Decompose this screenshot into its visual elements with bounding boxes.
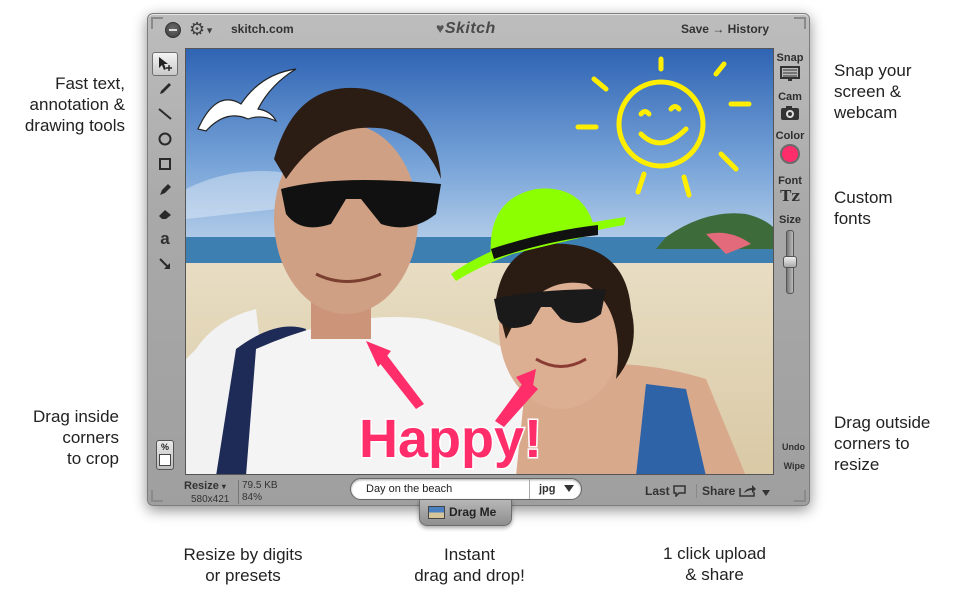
cam-label: Cam bbox=[778, 91, 802, 103]
caption-resize-digits: Resize by digits or presets bbox=[183, 545, 303, 585]
gear-icon[interactable]: ⚙▼ bbox=[189, 19, 214, 40]
camera-icon[interactable] bbox=[780, 105, 800, 121]
font-icon[interactable]: Tz bbox=[773, 187, 807, 205]
heart-icon: ♥ bbox=[436, 20, 445, 36]
eraser-icon bbox=[159, 210, 171, 219]
chevron-down-icon bbox=[564, 485, 574, 492]
last-label: Last bbox=[645, 484, 670, 498]
caption-crop: Drag inside corners to crop bbox=[33, 407, 119, 468]
image-canvas[interactable]: Happy! bbox=[185, 48, 774, 475]
arrow-icon bbox=[159, 258, 170, 269]
highlighter-tool[interactable] bbox=[152, 177, 178, 201]
caption-drawing-tools: Fast text, annotation & drawing tools bbox=[24, 74, 125, 135]
share-arrow-icon bbox=[738, 485, 756, 497]
image-name-field[interactable]: Day on the beach jpg bbox=[350, 478, 582, 500]
share-menu-chevron-icon[interactable] bbox=[762, 490, 770, 496]
caption-upload-share: 1 click upload & share bbox=[662, 544, 766, 584]
last-button[interactable]: Last bbox=[645, 484, 686, 498]
caption-snap: Snap your screen & webcam bbox=[834, 61, 912, 122]
line-tool[interactable] bbox=[152, 102, 178, 126]
format-value: jpg bbox=[539, 483, 556, 495]
chevron-down-icon: ▾ bbox=[221, 482, 226, 491]
save-history-button[interactable]: Save → History bbox=[681, 22, 769, 36]
drag-me-tab[interactable]: Drag Me bbox=[419, 500, 512, 526]
screen-snap-icon[interactable] bbox=[780, 66, 800, 82]
format-select[interactable]: jpg bbox=[529, 479, 581, 499]
resize-control[interactable]: Resize ▾ 580x421 bbox=[184, 480, 229, 506]
pointer-move-tool[interactable] bbox=[152, 52, 178, 76]
caption-resize-outside: Drag outside corners to resize bbox=[834, 413, 931, 474]
size-label: Size bbox=[778, 214, 801, 226]
drag-me-label: Drag Me bbox=[449, 505, 497, 519]
close-icon[interactable] bbox=[165, 22, 181, 38]
rectangle-icon bbox=[159, 158, 171, 170]
color-label: Color bbox=[775, 130, 805, 142]
line-icon bbox=[158, 108, 172, 120]
site-link[interactable]: skitch.com bbox=[231, 22, 294, 36]
ellipse-icon bbox=[158, 132, 172, 146]
caption-fonts: Custom fonts bbox=[834, 188, 893, 228]
pencil-icon bbox=[160, 83, 171, 94]
right-panel: Snap Cam Color Font Tz Size bbox=[773, 52, 807, 294]
app-logo: ♥Skitch bbox=[436, 20, 496, 38]
annotation-text[interactable]: Happy! bbox=[358, 408, 544, 471]
text-tool[interactable]: a bbox=[152, 227, 178, 251]
crop-icon bbox=[159, 454, 171, 466]
tool-palette: a bbox=[152, 52, 182, 277]
photo-scene: Happy! bbox=[186, 49, 773, 474]
highlighter-icon bbox=[160, 184, 171, 195]
resize-label: Resize bbox=[184, 480, 219, 492]
zoom-level: 84% bbox=[242, 492, 263, 503]
snap-label: Snap bbox=[776, 52, 804, 64]
font-label: Font bbox=[778, 175, 802, 187]
image-name-input[interactable]: Day on the beach bbox=[366, 483, 452, 495]
pointer-move-icon bbox=[159, 57, 172, 71]
pencil-tool[interactable] bbox=[152, 77, 178, 101]
color-swatch[interactable] bbox=[780, 144, 800, 164]
text-tool-icon: a bbox=[160, 229, 170, 248]
undo-button[interactable]: Undo bbox=[782, 442, 805, 452]
arrow-tool[interactable] bbox=[152, 252, 178, 276]
image-dimensions: 580x421 bbox=[191, 494, 230, 505]
file-info: 79.5 KB 84% bbox=[238, 480, 278, 504]
eraser-tool[interactable] bbox=[152, 202, 178, 226]
caption-drag-drop: Instant drag and drop! bbox=[414, 545, 525, 585]
wipe-button[interactable]: Wipe bbox=[784, 461, 805, 471]
app-logo-text: Skitch bbox=[444, 20, 496, 37]
thumbnail-icon bbox=[428, 506, 445, 520]
file-size: 79.5 KB bbox=[242, 480, 278, 491]
share-button[interactable]: Share bbox=[696, 484, 757, 498]
crop-button[interactable]: % bbox=[156, 440, 174, 470]
speech-bubble-icon bbox=[673, 485, 686, 498]
titlebar: ⚙▼ skitch.com ♥Skitch Save → History bbox=[148, 14, 809, 46]
share-label: Share bbox=[702, 484, 736, 498]
ellipse-tool[interactable] bbox=[152, 127, 178, 151]
crop-button-label: % bbox=[160, 442, 169, 452]
size-slider-knob[interactable] bbox=[783, 256, 797, 268]
size-slider[interactable] bbox=[783, 230, 797, 294]
rectangle-tool[interactable] bbox=[152, 152, 178, 176]
skitch-window: ⚙▼ skitch.com ♥Skitch Save → History a %… bbox=[147, 13, 810, 506]
chevron-down-icon: ▼ bbox=[205, 25, 215, 36]
